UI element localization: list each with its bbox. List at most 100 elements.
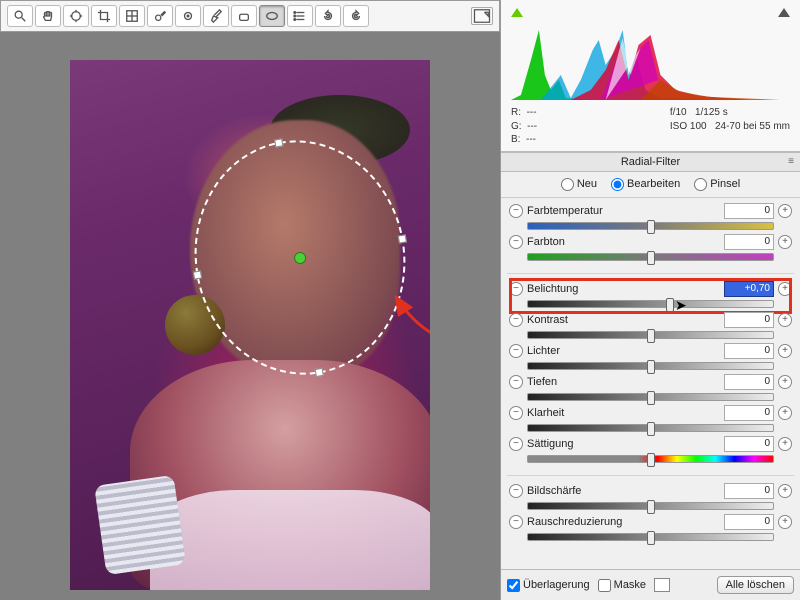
tool-eraser[interactable]	[231, 5, 257, 27]
tool-retouch[interactable]	[175, 5, 201, 27]
thumb-belichtung[interactable]	[666, 298, 674, 312]
minus-saettigung[interactable]: −	[509, 437, 523, 451]
plus-tiefen[interactable]: +	[778, 375, 792, 389]
minus-klarheit[interactable]: −	[509, 406, 523, 420]
label-klarheit: Klarheit	[527, 407, 720, 419]
track-belichtung[interactable]: ➤	[527, 300, 774, 308]
shadow-clip-indicator[interactable]	[511, 8, 523, 17]
exif-lens: 24-70 bei 55 mm	[715, 121, 790, 132]
value-bildschaerfe[interactable]: 0	[724, 483, 774, 499]
thumb-farbtemperatur[interactable]	[647, 220, 655, 234]
panel-menu-icon[interactable]: ≡	[788, 156, 794, 167]
plus-farbton[interactable]: +	[778, 235, 792, 249]
label-belichtung: Belichtung	[527, 283, 720, 295]
thumb-bildschaerfe[interactable]	[647, 500, 655, 514]
channel-g-label: G:	[511, 121, 522, 132]
track-lichter[interactable]	[527, 362, 774, 370]
minus-bildschaerfe[interactable]: −	[509, 484, 523, 498]
value-rauschreduzierung[interactable]: 0	[724, 514, 774, 530]
minus-belichtung[interactable]: −	[509, 282, 523, 296]
thumb-lichter[interactable]	[647, 360, 655, 374]
plus-belichtung[interactable]: +	[778, 282, 792, 296]
tool-zoom[interactable]	[7, 5, 33, 27]
clear-all-button[interactable]: Alle löschen	[717, 576, 794, 594]
slider-farbton: −Farbton0+	[507, 233, 794, 264]
minus-tiefen[interactable]: −	[509, 375, 523, 389]
track-farbtemperatur[interactable]	[527, 222, 774, 230]
label-tiefen: Tiefen	[527, 376, 720, 388]
radial-handle-bottom[interactable]	[315, 368, 324, 377]
thumb-kontrast[interactable]	[647, 329, 655, 343]
mode-brush[interactable]: Pinsel	[694, 178, 740, 191]
tool-sample[interactable]	[147, 5, 173, 27]
value-tiefen[interactable]: 0	[724, 374, 774, 390]
value-belichtung[interactable]: +0,70	[724, 281, 774, 297]
plus-saettigung[interactable]: +	[778, 437, 792, 451]
label-lichter: Lichter	[527, 345, 720, 357]
slider-farbtemperatur: −Farbtemperatur0+	[507, 202, 794, 233]
value-kontrast[interactable]: 0	[724, 312, 774, 328]
tool-radial[interactable]	[259, 5, 285, 27]
slider-kontrast: −Kontrast0+	[507, 311, 794, 342]
highlight-clip-indicator[interactable]	[778, 8, 790, 17]
label-saettigung: Sättigung	[527, 438, 720, 450]
image-canvas[interactable]	[0, 32, 500, 600]
value-farbton[interactable]: 0	[724, 234, 774, 250]
value-farbtemperatur[interactable]: 0	[724, 203, 774, 219]
value-saettigung[interactable]: 0	[724, 436, 774, 452]
thumb-klarheit[interactable]	[647, 422, 655, 436]
plus-kontrast[interactable]: +	[778, 313, 792, 327]
track-rauschreduzierung[interactable]	[527, 533, 774, 541]
radial-filter-overlay[interactable]	[176, 124, 424, 392]
tool-brush[interactable]	[203, 5, 229, 27]
track-tiefen[interactable]	[527, 393, 774, 401]
mask-color-swatch[interactable]	[654, 578, 670, 592]
mode-edit[interactable]: Bearbeiten	[611, 178, 680, 191]
track-saettigung[interactable]	[527, 455, 774, 463]
minus-farbtemperatur[interactable]: −	[509, 204, 523, 218]
tool-rotate-cw[interactable]	[343, 5, 369, 27]
histogram	[511, 20, 790, 100]
exif-aperture: f/10	[670, 107, 687, 118]
plus-lichter[interactable]: +	[778, 344, 792, 358]
thumb-saettigung[interactable]	[647, 453, 655, 467]
tool-ruler[interactable]	[119, 5, 145, 27]
value-lichter[interactable]: 0	[724, 343, 774, 359]
tool-target[interactable]	[63, 5, 89, 27]
mask-checkbox[interactable]: Maske	[598, 579, 646, 592]
thumb-farbton[interactable]	[647, 251, 655, 265]
plus-bildschaerfe[interactable]: +	[778, 484, 792, 498]
exif-iso: ISO 100	[670, 121, 707, 132]
histogram-panel: R: --- G: --- B: --- f/10 1/125 s ISO 10…	[501, 0, 800, 152]
thumb-tiefen[interactable]	[647, 391, 655, 405]
track-klarheit[interactable]	[527, 424, 774, 432]
minus-lichter[interactable]: −	[509, 344, 523, 358]
value-klarheit[interactable]: 0	[724, 405, 774, 421]
slider-klarheit: −Klarheit 0 +	[507, 404, 794, 435]
tool-crop[interactable]	[91, 5, 117, 27]
radial-handle-top[interactable]	[274, 138, 283, 147]
exif-shutter: 1/125 s	[695, 107, 728, 118]
plus-klarheit[interactable]: +	[778, 406, 792, 420]
tool-hand[interactable]	[35, 5, 61, 27]
mode-new[interactable]: Neu	[561, 178, 597, 191]
radial-handle-left[interactable]	[193, 270, 202, 279]
radial-center-pin[interactable]	[293, 251, 307, 265]
tool-rotate-ccw[interactable]	[315, 5, 341, 27]
minus-rauschreduzierung[interactable]: −	[509, 515, 523, 529]
track-bildschaerfe[interactable]	[527, 502, 774, 510]
photo-preview	[70, 60, 430, 590]
overlay-checkbox[interactable]: Überlagerung	[507, 579, 590, 592]
plus-farbtemperatur[interactable]: +	[778, 204, 792, 218]
thumb-rauschreduzierung[interactable]	[647, 531, 655, 545]
minus-farbton[interactable]: −	[509, 235, 523, 249]
tool-list[interactable]	[287, 5, 313, 27]
channel-b-value: ---	[526, 134, 536, 145]
radial-handle-right[interactable]	[398, 234, 407, 243]
fullscreen-button[interactable]	[471, 7, 493, 25]
minus-kontrast[interactable]: −	[509, 313, 523, 327]
plus-rauschreduzierung[interactable]: +	[778, 515, 792, 529]
track-kontrast[interactable]	[527, 331, 774, 339]
label-rauschreduzierung: Rauschreduzierung	[527, 516, 720, 528]
track-farbton[interactable]	[527, 253, 774, 261]
